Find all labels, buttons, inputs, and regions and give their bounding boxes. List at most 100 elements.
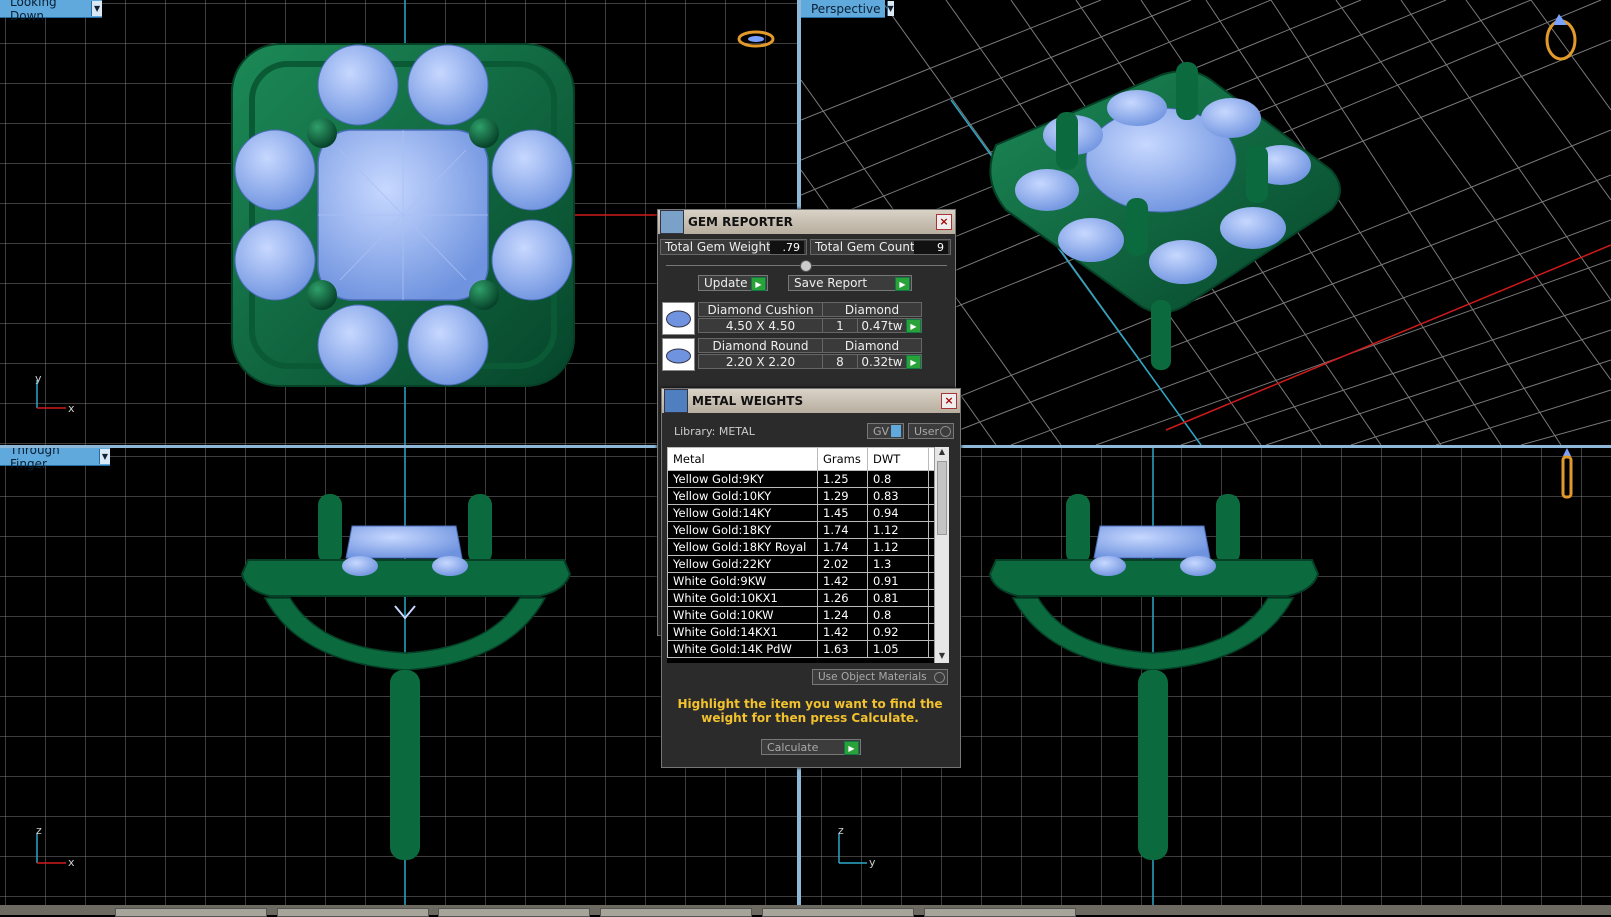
table-row[interactable]: Yellow Gold:18KY 1.74 1.12 bbox=[667, 521, 936, 539]
update-button[interactable]: Update ▶ bbox=[698, 275, 768, 291]
gem-row[interactable]: Diamond Round Diamond 2.20 X 2.20 8 0.32… bbox=[662, 338, 922, 372]
axis-z-label: z bbox=[838, 824, 844, 837]
close-icon[interactable]: × bbox=[941, 393, 957, 409]
table-row[interactable]: White Gold:14KX1 1.42 0.92 bbox=[667, 623, 936, 641]
taskbar-button[interactable] bbox=[438, 908, 590, 917]
gem-reporter-title: GEM REPORTER bbox=[688, 215, 793, 229]
metal-weights-title: METAL WEIGHTS bbox=[692, 394, 804, 408]
taskbar-button[interactable] bbox=[115, 908, 267, 917]
dwt-cell: 1.3 bbox=[867, 555, 929, 573]
grams-cell: 1.26 bbox=[817, 589, 868, 607]
axis-x-label: x bbox=[68, 402, 75, 415]
metal-name-cell: White Gold:14KX1 bbox=[667, 623, 818, 641]
metal-name-cell: White Gold:10KW bbox=[667, 606, 818, 624]
dwt-cell: 0.81 bbox=[867, 589, 929, 607]
viewport-label-through-finger[interactable]: Through Finger ▼ bbox=[0, 448, 110, 471]
vertical-scrollbar[interactable]: ▲ ▼ bbox=[934, 447, 949, 663]
chevron-down-icon[interactable]: ▼ bbox=[91, 1, 102, 16]
taskbar-button[interactable] bbox=[924, 908, 1076, 917]
save-report-button[interactable]: Save Report ▶ bbox=[788, 275, 912, 291]
gem-reporter-titlebar[interactable]: GEM REPORTER × bbox=[658, 210, 955, 234]
table-row[interactable]: White Gold:10KX1 1.26 0.81 bbox=[667, 589, 936, 607]
metal-table-container[interactable]: Metal Grams DWT Yellow Gold:9KY 1.25 0.8 Ye… bbox=[667, 447, 949, 663]
grams-cell: 1.45 bbox=[817, 504, 868, 522]
metal-name-cell: Yellow Gold:18KY bbox=[667, 521, 818, 539]
column-dwt[interactable]: DWT bbox=[867, 447, 929, 471]
taskbar-button[interactable] bbox=[277, 908, 429, 917]
total-gem-weight-label: Total Gem Weight bbox=[665, 240, 771, 254]
table-row[interactable]: Yellow Gold:22KY 2.02 1.3 bbox=[667, 555, 936, 573]
calculate-button[interactable]: Calculate ▶ bbox=[761, 739, 861, 755]
viewport-label-perspective[interactable]: Perspective ▼ bbox=[801, 0, 894, 18]
table-row[interactable]: White Gold:14K PdW 1.63 1.05 bbox=[667, 640, 936, 658]
gem-type: Diamond bbox=[822, 338, 922, 353]
gem-count: 1 bbox=[822, 318, 858, 333]
taskbar-button[interactable] bbox=[762, 908, 914, 917]
gem-size: 2.20 X 2.20 bbox=[698, 354, 823, 369]
column-metal[interactable]: Metal bbox=[667, 447, 818, 471]
go-arrow-icon: ▶ bbox=[844, 741, 859, 755]
grams-cell: 1.24 bbox=[817, 606, 868, 624]
go-arrow-icon: ▶ bbox=[895, 277, 910, 291]
taskbar bbox=[0, 905, 1611, 917]
gem-icon bbox=[660, 210, 684, 234]
collapse-toggle-icon[interactable] bbox=[800, 260, 812, 272]
dwt-cell: 0.92 bbox=[867, 623, 929, 641]
table-row[interactable]: Yellow Gold:9KY 1.25 0.8 bbox=[667, 470, 936, 488]
save-report-label: Save Report bbox=[794, 276, 868, 290]
metal-name-cell: Yellow Gold:22KY bbox=[667, 555, 818, 573]
gv-toggle[interactable]: GV bbox=[867, 423, 904, 439]
cushion-gem-thumbnail bbox=[662, 302, 695, 335]
metal-name-cell: White Gold:9KW bbox=[667, 572, 818, 590]
grams-cell: 1.74 bbox=[817, 538, 868, 556]
toggle-indicator-icon bbox=[940, 426, 951, 437]
user-label: User bbox=[914, 424, 940, 438]
gem-row[interactable]: Diamond Cushion Diamond 4.50 X 4.50 1 0.… bbox=[662, 302, 922, 336]
toggle-indicator-icon bbox=[891, 425, 901, 437]
metal-name-cell: White Gold:10KX1 bbox=[667, 589, 818, 607]
taskbar-button[interactable] bbox=[600, 908, 752, 917]
gem-go-button[interactable]: ▶ bbox=[906, 354, 922, 369]
scroll-up-icon[interactable]: ▲ bbox=[935, 447, 949, 459]
user-toggle[interactable]: User bbox=[908, 423, 954, 439]
metal-weights-titlebar[interactable]: METAL WEIGHTS × bbox=[662, 389, 960, 413]
table-row[interactable]: White Gold:9KW 1.42 0.91 bbox=[667, 572, 936, 590]
update-label: Update bbox=[704, 276, 748, 290]
library-label: Library: METAL bbox=[674, 425, 755, 438]
scroll-thumb[interactable] bbox=[937, 461, 947, 535]
use-object-materials-toggle[interactable]: Use Object Materials bbox=[812, 669, 948, 685]
axis-z-label: z bbox=[36, 824, 42, 837]
axis-x-label: x bbox=[68, 856, 75, 869]
column-grams[interactable]: Grams bbox=[817, 447, 868, 471]
metal-name-cell: Yellow Gold:14KY bbox=[667, 504, 818, 522]
dwt-cell: 0.83 bbox=[867, 487, 929, 505]
dwt-cell: 1.05 bbox=[867, 640, 929, 658]
table-row[interactable]: Yellow Gold:18KY Royal 1.74 1.12 bbox=[667, 538, 936, 556]
axis-y-label: y bbox=[869, 856, 876, 869]
round-gem-thumbnail bbox=[662, 338, 695, 371]
grams-cell: 1.42 bbox=[817, 623, 868, 641]
go-arrow-icon: ▶ bbox=[906, 319, 921, 333]
axis-y-label: y bbox=[35, 372, 42, 385]
total-gem-weight-value: .79 bbox=[770, 241, 804, 254]
gem-go-button[interactable]: ▶ bbox=[906, 318, 922, 333]
dwt-cell: 1.12 bbox=[867, 521, 929, 539]
use-object-materials-label: Use Object Materials bbox=[818, 671, 927, 683]
table-row[interactable]: Yellow Gold:14KY 1.45 0.94 bbox=[667, 504, 936, 522]
gv-label: GV bbox=[873, 424, 890, 438]
chevron-down-icon[interactable]: ▼ bbox=[98, 449, 110, 464]
table-row[interactable]: White Gold:10KW 1.24 0.8 bbox=[667, 606, 936, 624]
toggle-indicator-icon bbox=[934, 672, 945, 683]
scroll-down-icon[interactable]: ▼ bbox=[935, 651, 949, 663]
total-gem-weight-field: Total Gem Weight .79 bbox=[660, 239, 807, 255]
table-row[interactable]: Yellow Gold:10KY 1.29 0.83 bbox=[667, 487, 936, 505]
close-icon[interactable]: × bbox=[936, 214, 952, 230]
chevron-down-icon[interactable]: ▼ bbox=[886, 1, 894, 16]
viewport-label-looking-down[interactable]: Looking Down ▼ bbox=[0, 0, 102, 23]
gem-weight: 0.32tw bbox=[857, 354, 907, 369]
metal-name-cell: Yellow Gold:10KY bbox=[667, 487, 818, 505]
total-gem-count-field: Total Gem Count 9 bbox=[810, 239, 951, 255]
calculate-label: Calculate bbox=[767, 740, 819, 754]
gem-weight: 0.47tw bbox=[857, 318, 907, 333]
metal-name-cell: Yellow Gold:18KY Royal bbox=[667, 538, 818, 556]
